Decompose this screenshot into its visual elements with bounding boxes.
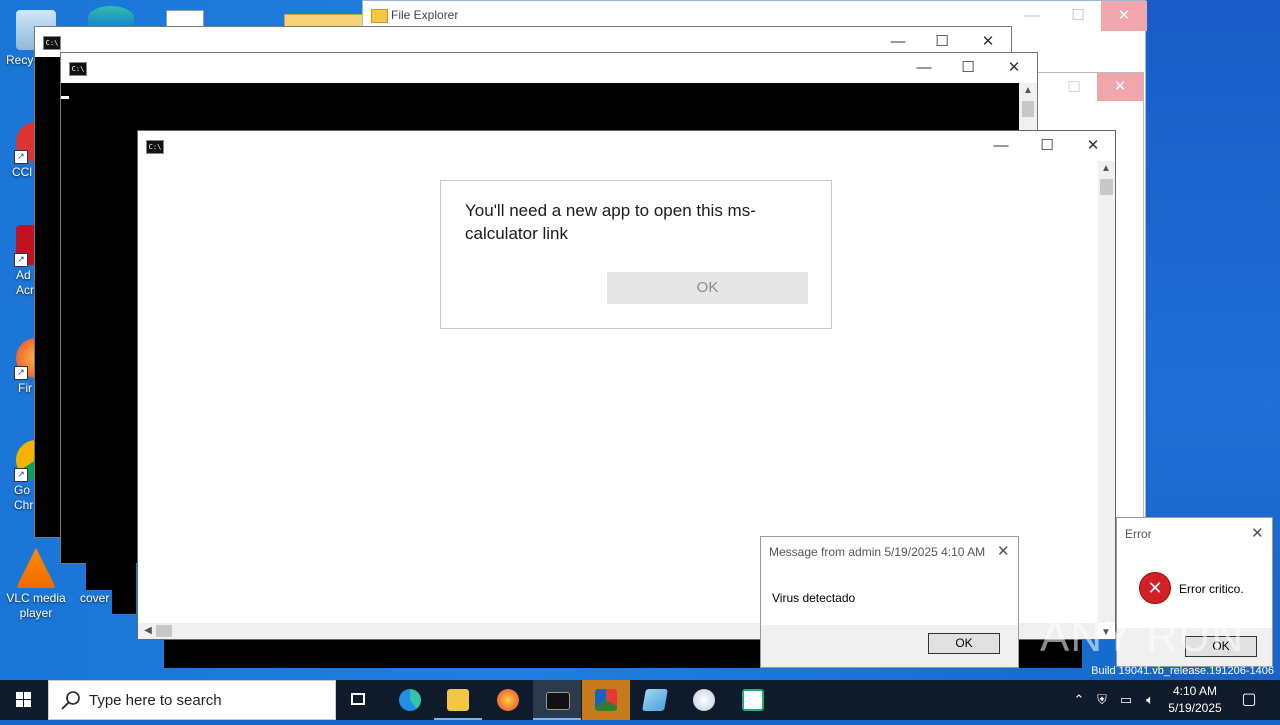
console-icon: C:\: [69, 62, 87, 76]
scroll-left-arrow-icon[interactable]: ◀: [140, 625, 156, 636]
console-icon: C:\: [43, 36, 61, 50]
close-button[interactable]: ✕: [1097, 73, 1143, 101]
message-box-title: Message from admin 5/19/2025 4:10 AM: [769, 545, 986, 559]
text-cursor: [61, 96, 69, 99]
console-icon: C:\: [146, 140, 164, 154]
maximize-button[interactable]: ☐: [1051, 73, 1097, 103]
folder-icon: [371, 9, 388, 23]
show-hidden-icons-button[interactable]: ⌃: [1070, 680, 1088, 720]
desktop-icon-label: VLC media player: [6, 591, 66, 620]
error-icon: ✕: [1139, 572, 1171, 604]
vlc-icon: [16, 548, 56, 588]
dialog-message: You'll need a new app to open this ms-ca…: [465, 201, 756, 243]
notifications-icon[interactable]: ▢: [1234, 680, 1264, 720]
taskbar-app-notepad[interactable]: [631, 680, 679, 720]
folder-icon: [447, 689, 469, 711]
shortcut-arrow-icon: ↗: [14, 366, 28, 380]
shortcut-arrow-icon: ↗: [14, 150, 28, 164]
console-titlebar[interactable]: C:\ — ☐ ✕: [61, 53, 1037, 83]
maximize-button[interactable]: ☐: [945, 53, 991, 83]
minimize-button[interactable]: —: [978, 131, 1024, 161]
taskbar-console[interactable]: [533, 680, 581, 720]
paint-icon: [693, 689, 715, 711]
scroll-up-arrow-icon[interactable]: ▲: [1098, 163, 1114, 174]
search-box[interactable]: Type here to search: [48, 680, 336, 720]
watermark: ANY RUN: [1040, 612, 1245, 661]
shortcut-arrow-icon: ↗: [14, 468, 28, 482]
minimize-button[interactable]: —: [1009, 1, 1055, 31]
search-icon: [61, 691, 80, 710]
taskbar-app-window[interactable]: [729, 680, 777, 720]
windows-icon: [16, 692, 31, 707]
taskbar-edge[interactable]: [386, 680, 434, 720]
shortcut-arrow-icon: ↗: [14, 253, 28, 267]
taskbar: Type here to search ⌃ ⛨ ▭ 🔈︎ 4:10 AM 5/1…: [0, 680, 1280, 720]
task-view-icon: [351, 693, 365, 705]
notepad-icon: [642, 689, 668, 711]
error-box-title: Error: [1125, 527, 1152, 541]
console-fragment: [112, 588, 136, 614]
close-icon[interactable]: ✕: [1251, 524, 1264, 542]
close-button[interactable]: ✕: [991, 53, 1037, 83]
close-icon[interactable]: ✕: [997, 542, 1010, 560]
firefox-icon: [497, 689, 519, 711]
close-button[interactable]: ✕: [1070, 131, 1116, 161]
desktop-icon-label: Go Chr: [14, 483, 34, 512]
security-icon[interactable]: ⛨: [1092, 680, 1112, 720]
vertical-scrollbar[interactable]: ▲ ▼: [1098, 161, 1115, 638]
console-fragment: [164, 640, 764, 668]
console-icon: [546, 692, 570, 710]
file-explorer-title: File Explorer: [391, 8, 459, 22]
message-box-body: Virus detectado: [772, 591, 856, 605]
taskbar-firefox[interactable]: [484, 680, 532, 720]
maximize-button[interactable]: ☐: [1024, 131, 1070, 161]
colored-boxes-icon: [595, 689, 617, 711]
dialog-ok-button[interactable]: OK: [607, 272, 808, 304]
network-icon[interactable]: ▭: [1116, 680, 1136, 720]
build-info: Build 19041.vb_release.191206-1406: [1091, 665, 1274, 677]
taskbar-file-explorer[interactable]: [434, 680, 482, 720]
clock-time: 4:10 AM: [1172, 684, 1218, 698]
window-icon: [742, 689, 764, 711]
minimize-button[interactable]: —: [901, 53, 947, 83]
scrollbar-thumb[interactable]: [156, 625, 172, 637]
desktop-icon-label: Ad Acr: [16, 268, 34, 297]
task-view-button[interactable]: [336, 680, 384, 720]
maximize-button[interactable]: ☐: [1055, 1, 1101, 31]
clock[interactable]: 4:10 AM 5/19/2025: [1162, 683, 1228, 717]
scrollbar-thumb[interactable]: [1100, 179, 1113, 195]
close-button[interactable]: ✕: [1101, 1, 1147, 31]
edge-icon: [399, 689, 421, 711]
start-button[interactable]: [0, 680, 48, 720]
app-needed-dialog: You'll need a new app to open this ms-ca…: [440, 180, 832, 329]
console-fragment: [86, 560, 136, 590]
taskbar-app-paint[interactable]: [680, 680, 728, 720]
taskbar-app-boxes[interactable]: [582, 680, 630, 720]
search-placeholder: Type here to search: [89, 692, 222, 709]
message-box: Message from admin 5/19/2025 4:10 AM ✕ V…: [760, 536, 1019, 668]
error-box-body: Error critico.: [1179, 582, 1244, 596]
volume-icon[interactable]: 🔈︎: [1140, 680, 1160, 720]
scrollbar-thumb[interactable]: [1022, 101, 1034, 117]
message-box-footer: OK: [761, 625, 1018, 667]
scroll-up-arrow-icon[interactable]: ▲: [1020, 85, 1036, 96]
main-console-titlebar[interactable]: C:\ — ☐ ✕: [138, 131, 1115, 161]
clock-date: 5/19/2025: [1168, 701, 1222, 715]
message-box-ok-button[interactable]: OK: [928, 633, 1000, 654]
